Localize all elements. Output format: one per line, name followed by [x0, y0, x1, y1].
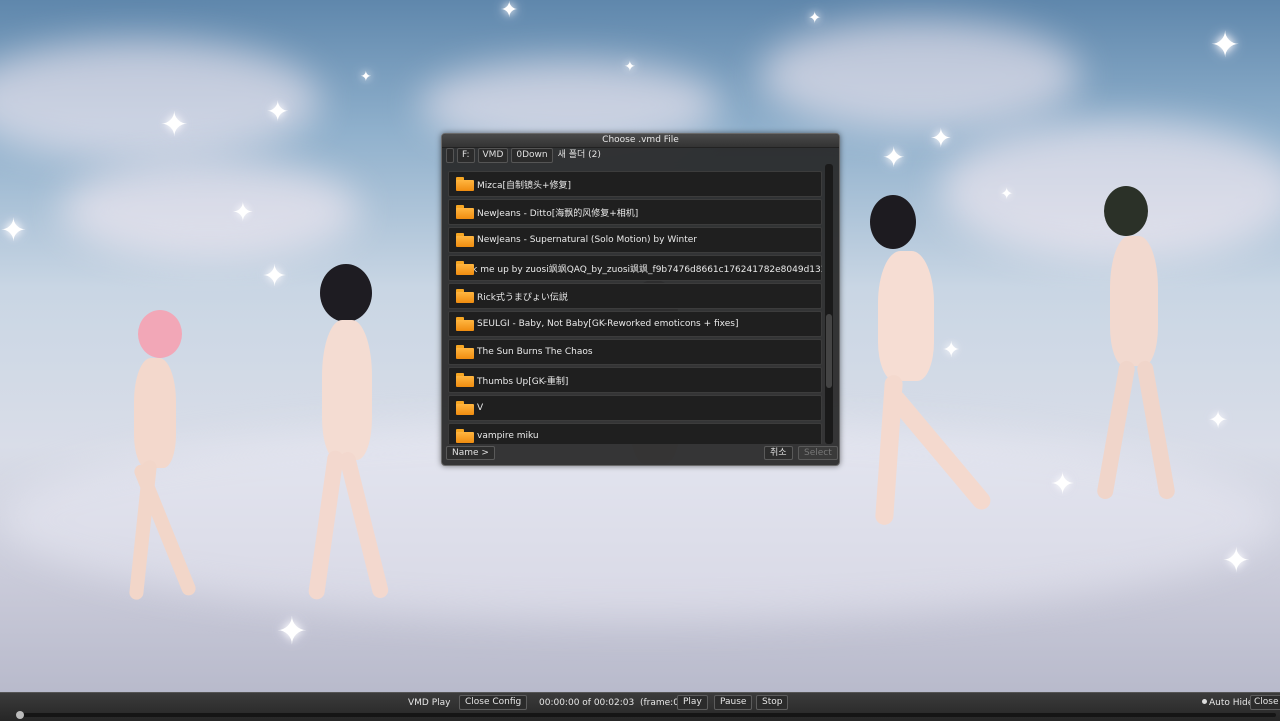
timeline-track[interactable] — [16, 713, 1276, 717]
folder-icon — [456, 233, 474, 247]
path-bar: F: VMD 0Down 새 폴더 (2) — [446, 147, 603, 163]
file-list: Mizca[自制镜头+修复] NewJeans - Ditto[海飘的风修复+相… — [448, 167, 822, 444]
timeline-handle[interactable] — [16, 711, 24, 719]
folder-icon — [456, 429, 474, 443]
list-item-label: NewJeans - Supernatural (Solo Motion) by… — [477, 235, 697, 245]
list-item[interactable]: Mizca[自制镜头+修复] — [448, 171, 822, 197]
list-item[interactable]: Rick式うまぴょい伝説 — [448, 283, 822, 309]
folder-icon — [456, 205, 474, 219]
list-item-label: vampire miku — [477, 431, 539, 441]
folder-icon — [456, 345, 474, 359]
playback-bar: VMD Play Close Config 00:00:00 of 00:02:… — [0, 692, 1280, 721]
path-segment-vmd[interactable]: VMD — [477, 147, 509, 163]
list-item[interactable]: NewJeans - Supernatural (Solo Motion) by… — [448, 227, 822, 253]
time-readout: 00:00:00 of 00:02:03 (frame:0) — [539, 698, 683, 708]
list-item[interactable]: pick me up by zuosi飒飒QAQ_by_zuosi飒飒_f9b7… — [448, 255, 822, 281]
sparkle-icon: ✦ — [882, 141, 906, 174]
path-root-button[interactable] — [446, 147, 454, 163]
list-item-label: pick me up by zuosi飒飒QAQ_by_zuosi飒飒_f9b7… — [459, 264, 822, 275]
sparkle-icon: ✦ — [262, 259, 288, 294]
sparkle-icon: ✦ — [1050, 467, 1076, 502]
dancer-figure — [300, 250, 450, 610]
stop-button[interactable]: Stop — [756, 695, 789, 710]
list-item[interactable]: Thumbs Up[GK-重制] — [448, 367, 822, 393]
path-current-folder: 새 폴더 (2) — [557, 149, 601, 160]
play-button[interactable]: Play — [677, 695, 708, 710]
dancer-figure — [120, 310, 260, 620]
sparkle-icon: ✦ — [360, 69, 372, 85]
folder-icon — [456, 317, 474, 331]
folder-icon — [456, 373, 474, 387]
list-item-label: The Sun Burns The Chaos — [477, 347, 593, 357]
dancer-figure — [1080, 160, 1230, 510]
file-chooser-dialog: Choose .vmd File F: VMD 0Down 새 폴더 (2) M… — [441, 133, 840, 466]
list-item-label: SEULGI - Baby, Not Baby[GK-Reworked emot… — [477, 319, 739, 329]
folder-icon — [456, 177, 474, 191]
select-button[interactable]: Select — [798, 446, 838, 460]
file-list-scrollbar[interactable] — [825, 164, 833, 444]
list-item[interactable]: The Sun Burns The Chaos — [448, 339, 822, 365]
list-item[interactable]: SEULGI - Baby, Not Baby[GK-Reworked emot… — [448, 311, 822, 337]
list-item-label: V — [477, 403, 484, 413]
list-item[interactable]: NewJeans - Ditto[海飘的风修复+相机] — [448, 199, 822, 225]
sort-name-button[interactable]: Name > — [446, 446, 495, 460]
list-item-label: Thumbs Up[GK-重制] — [477, 376, 569, 387]
sparkle-icon: ✦ — [232, 198, 254, 228]
sparkle-icon: ✦ — [808, 8, 822, 27]
sparkle-icon: ✦ — [0, 211, 27, 249]
list-item-label: NewJeans - Ditto[海飘的风修复+相机] — [477, 208, 639, 219]
close-button[interactable]: Close — [1250, 695, 1280, 710]
list-item-label: Rick式うまぴょい伝説 — [477, 292, 568, 303]
list-item[interactable]: vampire miku — [448, 423, 822, 444]
dialog-title: Choose .vmd File — [442, 134, 839, 148]
folder-icon — [456, 289, 474, 303]
sparkle-icon: ✦ — [160, 105, 189, 145]
dialog-footer: Name > 취소 Select — [446, 446, 838, 460]
sparkle-icon: ✦ — [624, 59, 636, 75]
close-config-button[interactable]: Close Config — [459, 695, 528, 710]
sparkle-icon: ✦ — [1210, 25, 1241, 66]
pause-button[interactable]: Pause — [714, 695, 753, 710]
cancel-button[interactable]: 취소 — [764, 446, 793, 460]
mode-label: VMD Play — [408, 698, 451, 708]
sparkle-icon: ✦ — [930, 124, 952, 154]
folder-icon — [456, 401, 474, 415]
sparkle-icon: ✦ — [276, 609, 308, 653]
path-drive-button[interactable]: F: — [457, 147, 475, 163]
path-segment-0down[interactable]: 0Down — [511, 147, 553, 163]
list-item-label: Mizca[自制镜头+修复] — [477, 180, 572, 191]
list-item[interactable]: V — [448, 395, 822, 421]
sparkle-icon: ✦ — [1222, 541, 1251, 581]
sparkle-icon: ✦ — [500, 0, 519, 23]
auto-hide-indicator-icon — [1202, 699, 1207, 704]
sparkle-icon: ✦ — [266, 95, 290, 128]
auto-hide-toggle[interactable]: Auto Hide — [1209, 697, 1253, 710]
dancer-figure — [840, 195, 1040, 535]
scrollbar-thumb[interactable] — [826, 314, 832, 388]
